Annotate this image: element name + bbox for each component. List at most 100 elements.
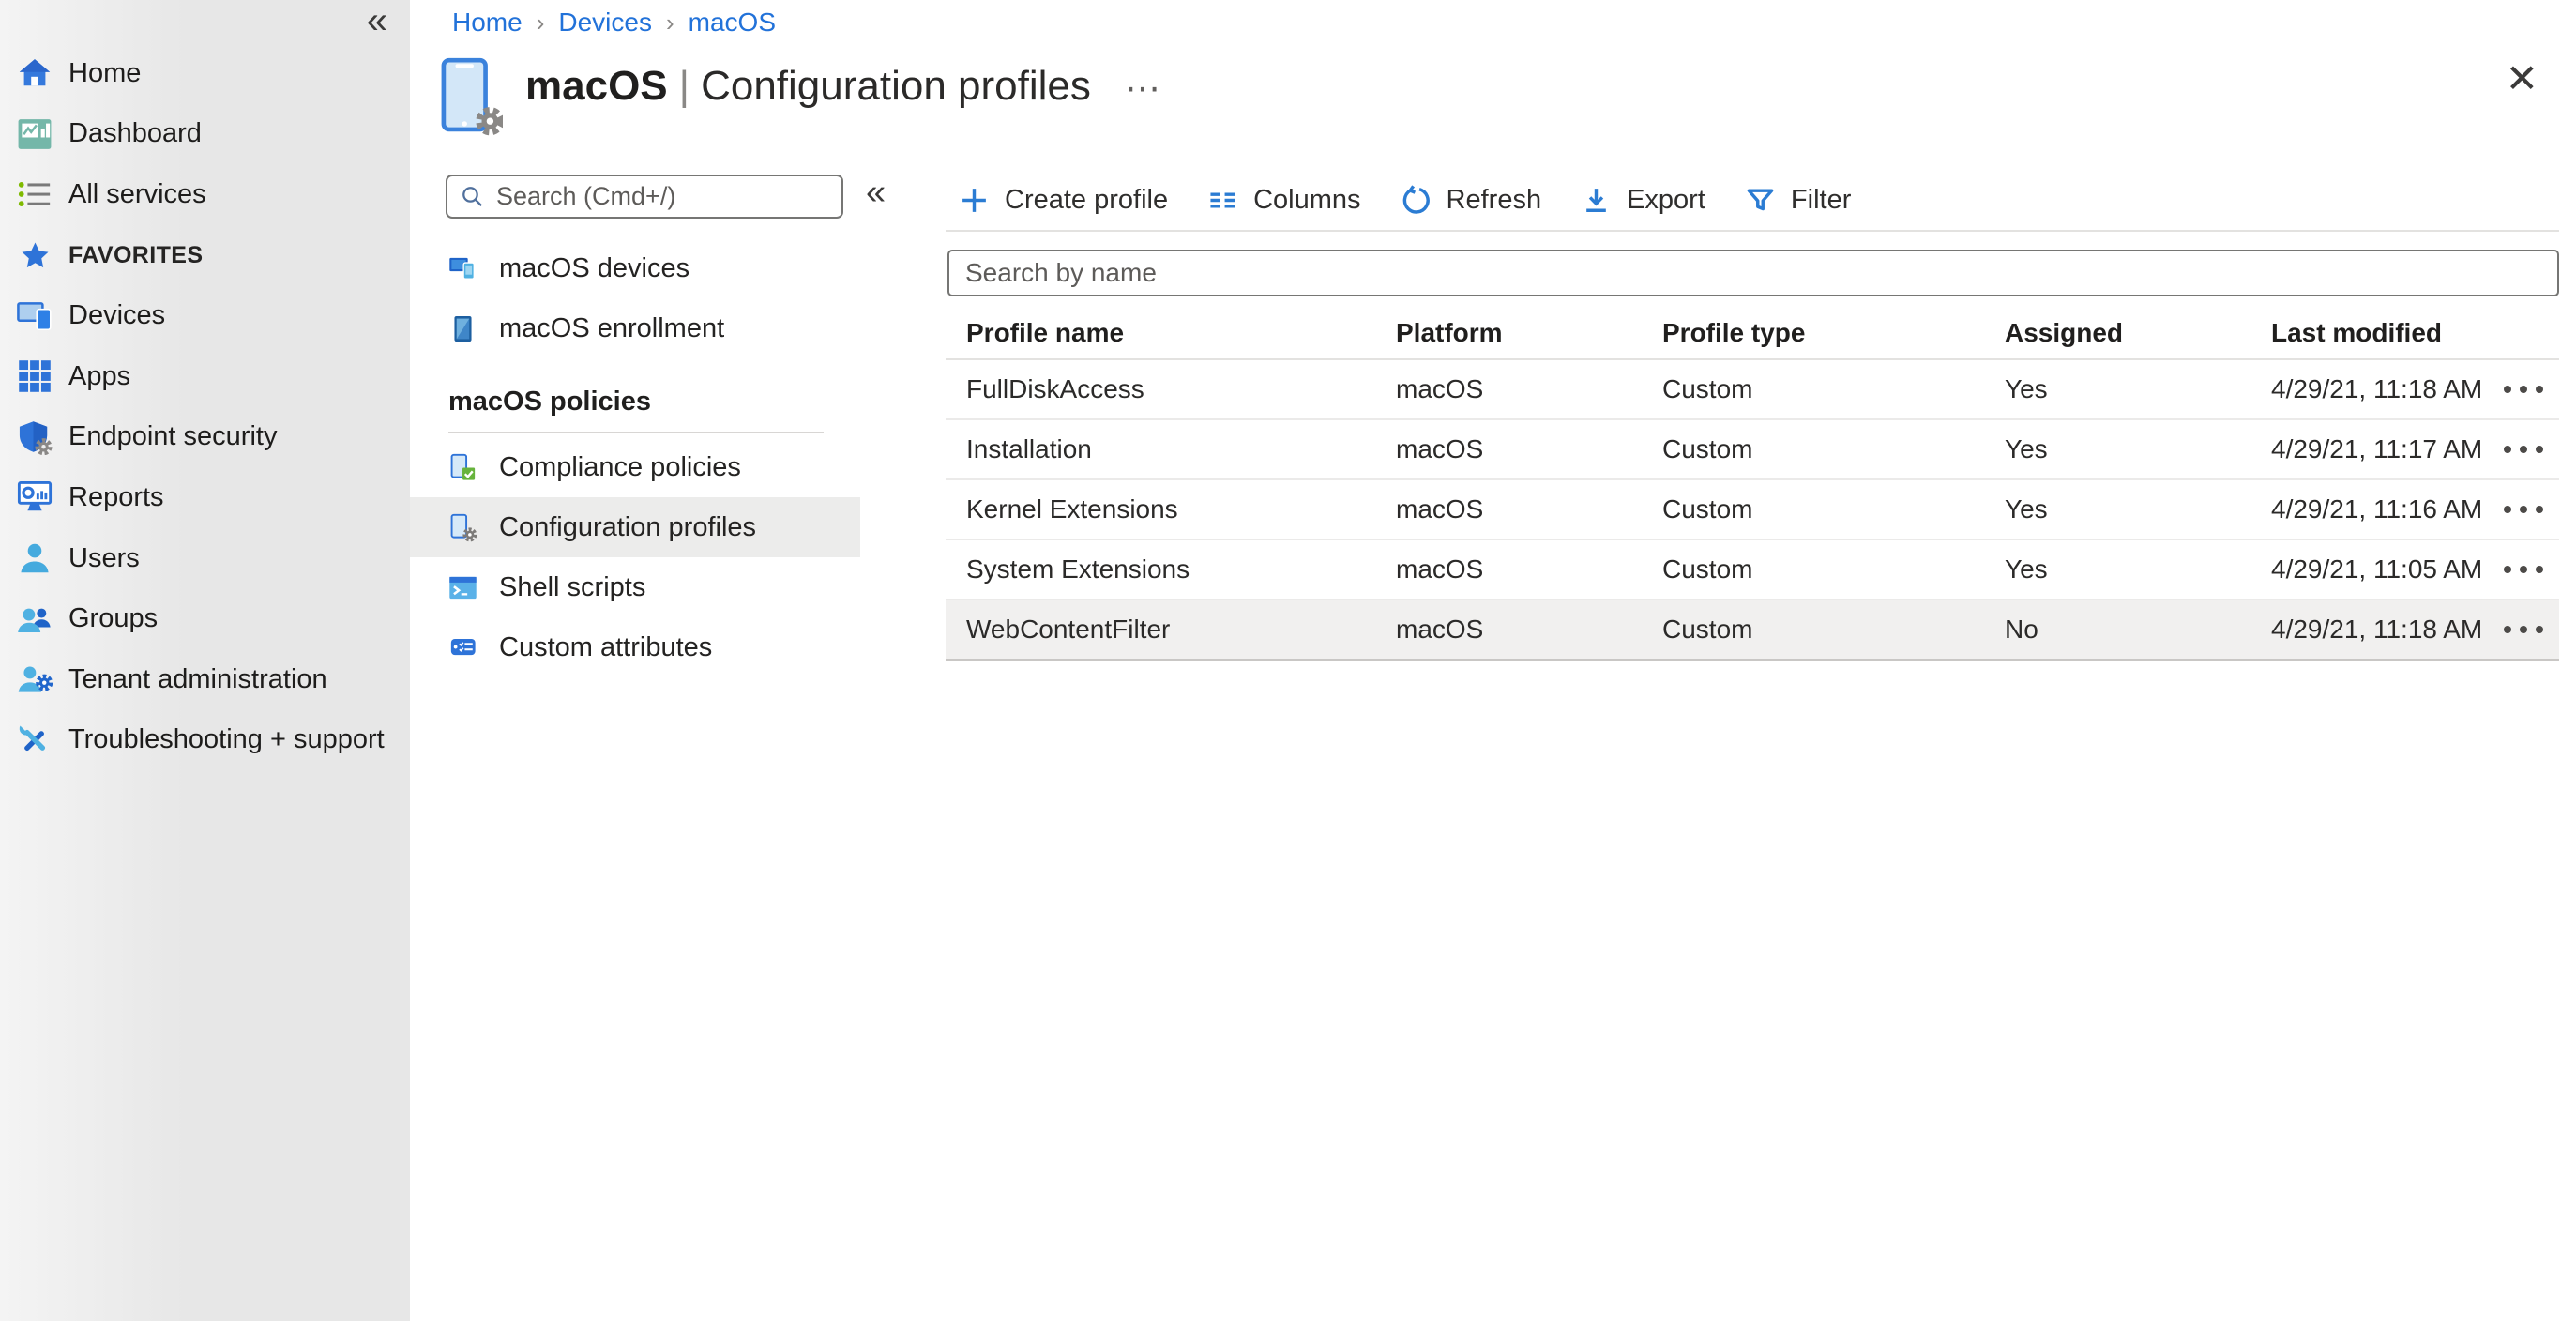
cell-profile-name[interactable]: Kernel Extensions xyxy=(946,494,1396,524)
cell-profile-name[interactable]: FullDiskAccess xyxy=(946,374,1396,404)
cell-platform: macOS xyxy=(1396,494,1662,524)
chevron-right-icon: › xyxy=(537,8,545,38)
sidebar: « Home Dashboard All services xyxy=(0,0,410,1321)
breadcrumb-link-macos[interactable]: macOS xyxy=(689,8,776,38)
sidebar-item-label: Dashboard xyxy=(68,118,202,149)
endpoint-security-icon xyxy=(17,419,53,455)
sidebar-item-label: All services xyxy=(68,179,206,210)
cell-profile-type: Custom xyxy=(1662,554,2005,585)
panel-divider xyxy=(448,432,824,433)
row-menu-button[interactable] xyxy=(2488,480,2559,539)
groups-icon xyxy=(17,601,53,637)
column-header-assigned[interactable]: Assigned xyxy=(2005,318,2271,348)
row-menu-button[interactable] xyxy=(2488,600,2559,659)
column-header-profile-name[interactable]: Profile name xyxy=(946,318,1396,348)
table-row[interactable]: WebContentFilter macOS Custom No 4/29/21… xyxy=(946,600,2559,660)
table-row[interactable]: Installation macOS Custom Yes 4/29/21, 1… xyxy=(946,420,2559,480)
panel-item-configuration-profiles[interactable]: Configuration profiles xyxy=(410,497,860,557)
sidebar-item-devices[interactable]: Devices xyxy=(0,285,410,346)
star-icon xyxy=(17,237,53,273)
table-row[interactable]: FullDiskAccess macOS Custom Yes 4/29/21,… xyxy=(946,360,2559,420)
cell-last-modified: 4/29/21, 11:16 AM xyxy=(2271,494,2488,524)
panel-item-label: Custom attributes xyxy=(499,632,712,663)
breadcrumb: Home › Devices › macOS xyxy=(452,8,776,38)
sidebar-item-label: Home xyxy=(68,58,141,89)
sidebar-item-label: Endpoint security xyxy=(68,421,277,452)
cell-platform: macOS xyxy=(1396,554,1662,585)
column-header-platform[interactable]: Platform xyxy=(1396,318,1662,348)
table-search-input[interactable] xyxy=(947,250,2559,296)
sidebar-collapse-button[interactable]: « xyxy=(367,2,387,39)
sidebar-item-label: Troubleshooting + support xyxy=(68,724,385,755)
breadcrumb-link-devices[interactable]: Devices xyxy=(558,8,652,38)
sidebar-section-label: FAVORITES xyxy=(68,242,203,269)
panel-item-compliance-policies[interactable]: Compliance policies xyxy=(410,437,860,497)
cell-platform: macOS xyxy=(1396,374,1662,404)
dashboard-icon xyxy=(17,116,53,152)
more-options-icon[interactable]: ⋯ xyxy=(1125,68,1162,110)
sidebar-item-apps[interactable]: Apps xyxy=(0,346,410,407)
cell-profile-type: Custom xyxy=(1662,374,2005,404)
toolbar-divider xyxy=(946,230,2559,232)
sidebar-item-reports[interactable]: Reports xyxy=(0,467,410,528)
column-header-last-modified[interactable]: Last modified xyxy=(2271,318,2488,348)
sidebar-item-home[interactable]: Home xyxy=(0,43,410,104)
panel-item-label: Compliance policies xyxy=(499,452,741,483)
cell-profile-name[interactable]: Installation xyxy=(946,434,1396,464)
breadcrumb-link-home[interactable]: Home xyxy=(452,8,523,38)
sidebar-item-label: Groups xyxy=(68,603,158,634)
sidebar-item-dashboard[interactable]: Dashboard xyxy=(0,104,410,165)
filter-button[interactable]: Filter xyxy=(1745,185,1851,216)
cell-profile-name[interactable]: WebContentFilter xyxy=(946,615,1396,645)
row-menu-button[interactable] xyxy=(2488,360,2559,418)
table-header-row: Profile name Platform Profile type Assig… xyxy=(946,308,2559,360)
panel-item-custom-attributes[interactable]: Custom attributes xyxy=(410,617,860,677)
secondary-nav-panel: « macOS devices macOS enrollment macOS p… xyxy=(410,159,860,1321)
close-button[interactable]: ✕ xyxy=(2500,58,2544,99)
device-gear-icon xyxy=(441,56,503,137)
columns-icon xyxy=(1207,185,1238,216)
intune-portal: « Home Dashboard All services xyxy=(0,0,2576,1321)
chevron-right-icon: › xyxy=(666,8,674,38)
table-row[interactable]: Kernel Extensions macOS Custom Yes 4/29/… xyxy=(946,480,2559,540)
row-menu-button[interactable] xyxy=(2488,540,2559,599)
sidebar-item-groups[interactable]: Groups xyxy=(0,588,410,649)
create-profile-button[interactable]: Create profile xyxy=(959,185,1168,216)
table-row[interactable]: System Extensions macOS Custom Yes 4/29/… xyxy=(946,540,2559,600)
cell-profile-type: Custom xyxy=(1662,615,2005,645)
devices-icon xyxy=(17,298,53,334)
cell-assigned: Yes xyxy=(2005,434,2271,464)
cell-last-modified: 4/29/21, 11:05 AM xyxy=(2271,554,2488,585)
row-menu-button[interactable] xyxy=(2488,420,2559,478)
panel-item-label: macOS enrollment xyxy=(499,313,724,344)
macos-devices-icon xyxy=(448,254,477,283)
main-content: Create profile Columns Refresh Export Fi… xyxy=(946,159,2576,1321)
panel-item-macos-enrollment[interactable]: macOS enrollment xyxy=(410,298,860,358)
column-header-profile-type[interactable]: Profile type xyxy=(1662,318,2005,348)
sidebar-item-all-services[interactable]: All services xyxy=(0,164,410,225)
panel-item-shell-scripts[interactable]: Shell scripts xyxy=(410,557,860,617)
shell-scripts-icon xyxy=(448,573,477,602)
panel-search-input[interactable] xyxy=(494,181,841,212)
panel-collapse-button[interactable]: « xyxy=(866,175,886,210)
cell-last-modified: 4/29/21, 11:17 AM xyxy=(2271,434,2488,464)
filter-icon xyxy=(1745,185,1776,216)
title-row: macOS|Configuration profiles ⋯ xyxy=(441,51,1162,137)
panel-nav: macOS devices macOS enrollment macOS pol… xyxy=(410,238,860,677)
sidebar-item-endpoint-security[interactable]: Endpoint security xyxy=(0,407,410,468)
panel-section-macos-policies: macOS policies xyxy=(410,372,860,432)
export-button[interactable]: Export xyxy=(1581,185,1705,216)
cell-assigned: Yes xyxy=(2005,554,2271,585)
all-services-icon xyxy=(17,176,53,212)
columns-button[interactable]: Columns xyxy=(1207,185,1360,216)
sidebar-item-label: Tenant administration xyxy=(68,664,327,695)
sidebar-item-troubleshooting-support[interactable]: Troubleshooting + support xyxy=(0,710,410,771)
cell-last-modified: 4/29/21, 11:18 AM xyxy=(2271,615,2488,645)
sidebar-item-tenant-administration[interactable]: Tenant administration xyxy=(0,649,410,710)
sidebar-item-label: Users xyxy=(68,543,140,574)
sidebar-item-users[interactable]: Users xyxy=(0,528,410,589)
sidebar-nav: Home Dashboard All services FAVORITES xyxy=(0,43,410,770)
cell-profile-name[interactable]: System Extensions xyxy=(946,554,1396,585)
panel-item-macos-devices[interactable]: macOS devices xyxy=(410,238,860,298)
refresh-button[interactable]: Refresh xyxy=(1401,185,1542,216)
